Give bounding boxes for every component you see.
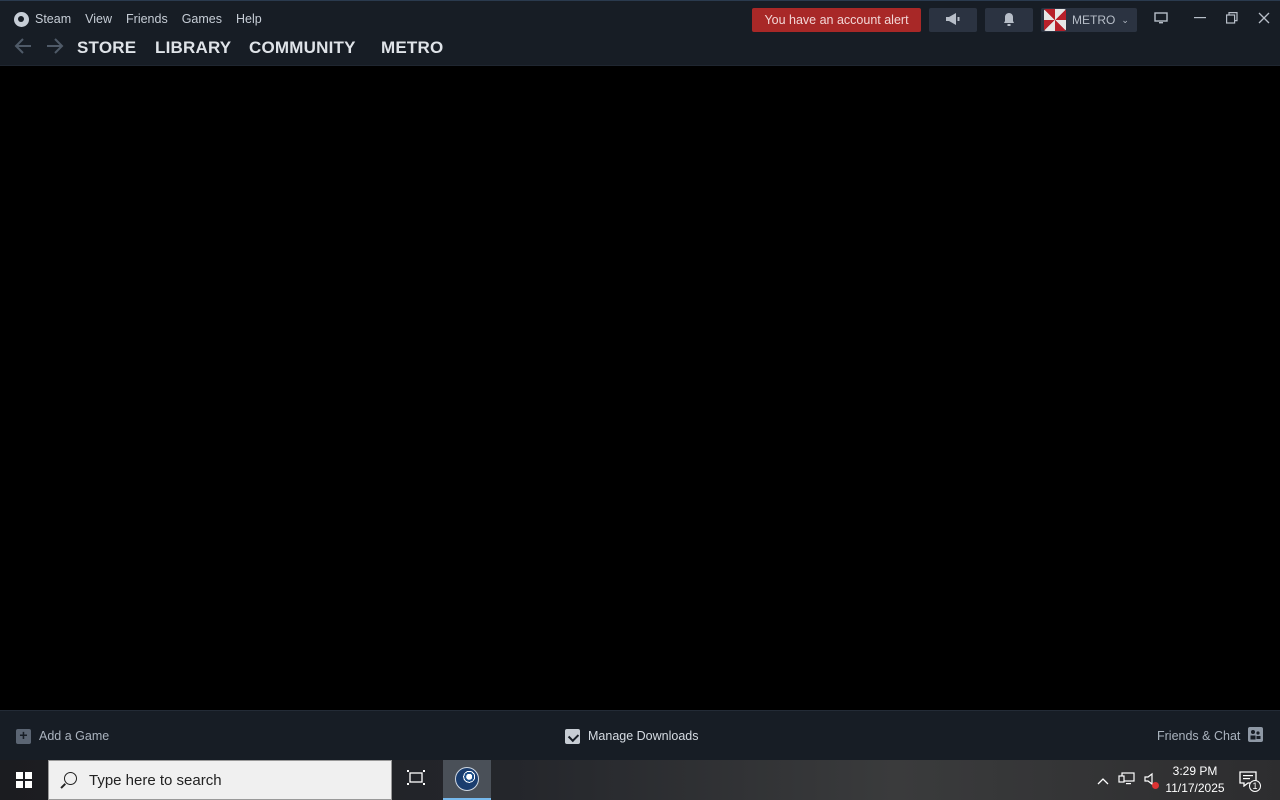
show-hidden-icons-button[interactable]	[1094, 760, 1112, 800]
forward-button[interactable]	[44, 36, 66, 60]
tab-profile[interactable]: METRO	[381, 36, 443, 60]
taskbar-clock[interactable]: 3:29 PM 11/17/2025	[1163, 763, 1227, 797]
add-game-label: Add a Game	[39, 729, 110, 743]
arrow-right-icon	[46, 37, 64, 59]
chevron-up-icon	[1097, 773, 1109, 788]
back-button[interactable]	[12, 36, 34, 60]
clock-date: 11/17/2025	[1165, 781, 1225, 795]
account-alert-button[interactable]: You have an account alert	[752, 8, 921, 32]
tab-community[interactable]: COMMUNITY	[249, 36, 356, 60]
clock-time: 3:29 PM	[1172, 764, 1218, 778]
manage-downloads-label: Manage Downloads	[588, 729, 699, 743]
menu-bar: Steam View Friends Games Help	[14, 1, 276, 37]
main-content	[0, 66, 1280, 710]
notifications-button[interactable]	[985, 8, 1033, 32]
friends-chat-label: Friends & Chat	[1157, 729, 1241, 743]
start-button[interactable]	[0, 760, 48, 800]
arrow-left-icon	[14, 37, 32, 59]
menu-steam[interactable]: Steam	[35, 12, 71, 26]
menu-view[interactable]: View	[85, 12, 112, 26]
volume-button[interactable]	[1141, 760, 1161, 800]
windows-taskbar: Type here to search 3:29 PM 11/17/2025 1	[0, 760, 1280, 800]
plus-icon	[16, 727, 31, 744]
network-icon	[1118, 771, 1136, 789]
menu-help[interactable]: Help	[236, 12, 262, 26]
notification-count-badge: 1	[1249, 780, 1261, 792]
task-view-icon	[407, 769, 425, 791]
manage-downloads-button[interactable]: Manage Downloads	[565, 711, 699, 761]
menu-friends[interactable]: Friends	[126, 12, 168, 26]
nav-bar: STORE LIBRARY COMMUNITY METRO	[0, 36, 1280, 66]
taskbar-search-box[interactable]: Type here to search	[48, 760, 392, 800]
muted-badge-icon	[1152, 782, 1159, 789]
tab-store[interactable]: STORE	[77, 36, 136, 60]
search-placeholder: Type here to search	[89, 771, 222, 789]
add-game-button[interactable]: Add a Game	[16, 711, 109, 761]
title-bar: Steam View Friends Games Help You have a…	[0, 0, 1280, 36]
steam-app: Steam View Friends Games Help You have a…	[0, 0, 1280, 800]
minimize-icon	[1194, 11, 1206, 27]
steam-logo-icon[interactable]	[14, 11, 29, 27]
task-view-button[interactable]	[400, 760, 432, 800]
download-icon	[565, 728, 580, 744]
friends-chat-button[interactable]: Friends & Chat	[1157, 711, 1264, 761]
close-button[interactable]	[1252, 7, 1276, 31]
footer-bar: Add a Game Manage Downloads Friends & Ch…	[0, 710, 1280, 760]
tab-library[interactable]: LIBRARY	[155, 36, 231, 60]
announcements-button[interactable]	[929, 8, 977, 32]
avatar	[1044, 9, 1066, 31]
search-icon	[49, 760, 89, 800]
network-button[interactable]	[1117, 760, 1137, 800]
account-menu-button[interactable]: METRO ⌄	[1041, 8, 1137, 32]
chevron-down-icon: ⌄	[1121, 14, 1129, 25]
bell-icon	[1003, 12, 1015, 29]
restore-button[interactable]	[1220, 7, 1244, 31]
steam-icon	[455, 767, 479, 791]
megaphone-icon	[945, 12, 961, 29]
minimize-button[interactable]	[1188, 7, 1212, 31]
windows-logo-icon	[16, 772, 32, 788]
big-picture-button[interactable]	[1149, 7, 1173, 31]
monitor-icon	[1154, 11, 1168, 27]
restore-icon	[1226, 11, 1238, 27]
taskbar-steam-button[interactable]	[443, 760, 491, 800]
close-icon	[1258, 11, 1270, 27]
menu-games[interactable]: Games	[182, 12, 222, 26]
account-name: METRO	[1072, 13, 1116, 27]
friends-icon	[1248, 727, 1264, 745]
